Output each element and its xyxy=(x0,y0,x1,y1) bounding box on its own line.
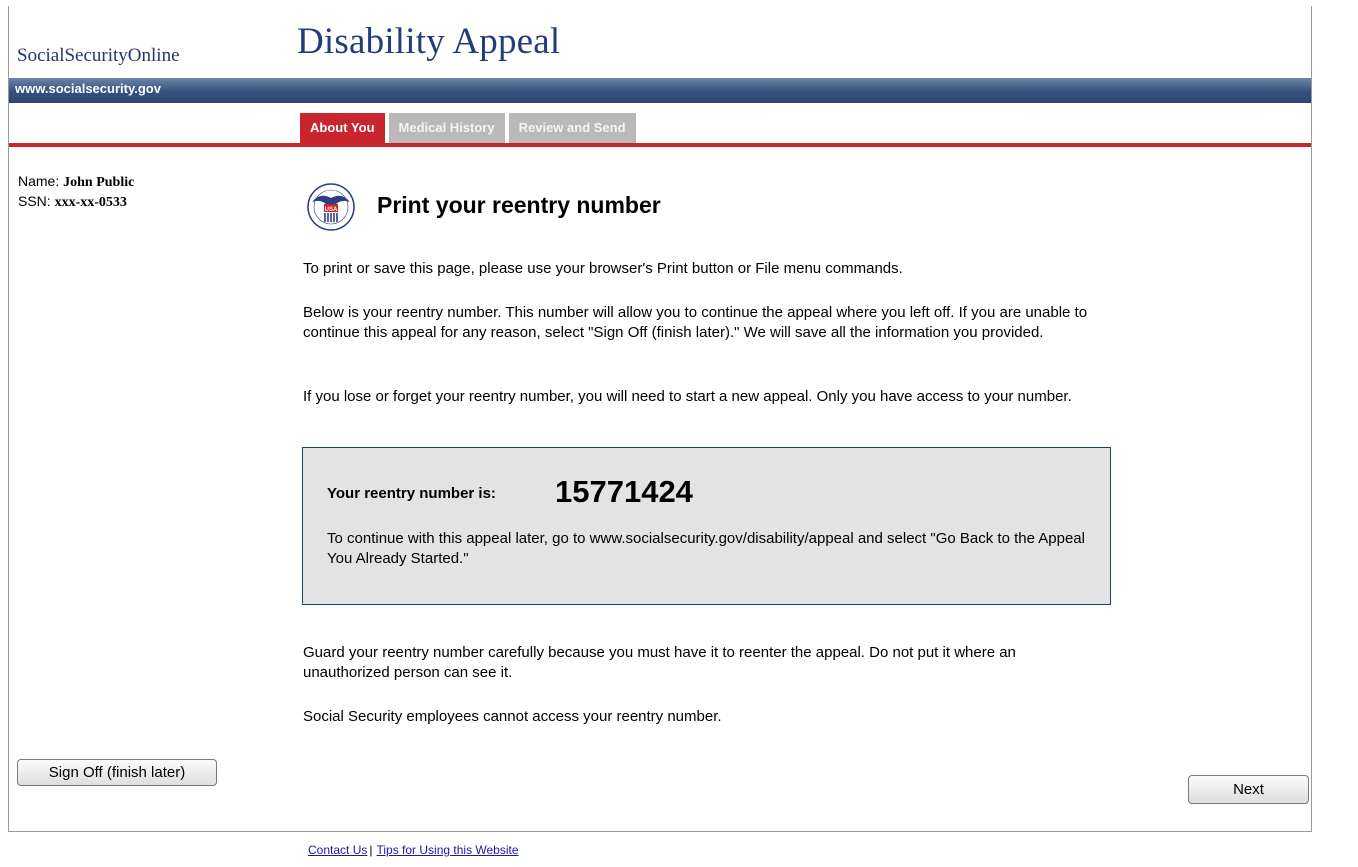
ssn-value: xxx-xx-0533 xyxy=(54,195,127,210)
reentry-number-label: Your reentry number is: xyxy=(327,485,496,502)
tab-about-you[interactable]: About You xyxy=(300,113,385,143)
name-value: John Public xyxy=(63,175,135,190)
site-url-text: www.socialsecurity.gov xyxy=(15,81,161,96)
next-button[interactable]: Next xyxy=(1188,775,1309,804)
contact-us-link[interactable]: Contact Us xyxy=(308,843,367,857)
name-label: Name: xyxy=(18,173,60,189)
sign-off-button[interactable]: Sign Off (finish later) xyxy=(17,759,217,786)
reentry-number-value: 15771424 xyxy=(555,474,693,509)
reentry-continue-note: To continue with this appeal later, go t… xyxy=(327,530,1085,567)
reentry-number-box: Your reentry number is: 15771424 To cont… xyxy=(302,447,1111,605)
footer-separator: | xyxy=(369,843,373,857)
user-info: Name: John Public SSN: xxx-xx-0533 xyxy=(18,172,134,212)
guard-number-note: Guard your reentry number carefully beca… xyxy=(303,644,1016,681)
tab-underline-rule xyxy=(9,143,1311,147)
employees-note: Social Security employees cannot access … xyxy=(303,708,722,725)
print-instructions: To print or save this page, please use y… xyxy=(303,260,903,277)
site-brand: SocialSecurityOnline xyxy=(17,45,180,66)
user-name-row: Name: John Public xyxy=(18,172,134,192)
lose-number-warning: If you lose or forget your reentry numbe… xyxy=(303,388,1072,405)
url-banner: www.socialsecurity.gov xyxy=(9,78,1311,103)
footer-links: Contact Us | Tips for Using this Website xyxy=(308,843,519,857)
user-ssn-row: SSN: xxx-xx-0533 xyxy=(18,192,134,212)
page-heading: Print your reentry number xyxy=(377,192,661,218)
section-tabs: About You Medical History Review and Sen… xyxy=(300,113,636,143)
reentry-explanation: Below is your reentry number. This numbe… xyxy=(303,304,1088,341)
tips-link[interactable]: Tips for Using this Website xyxy=(376,843,518,857)
seal-usa-text: USA xyxy=(325,207,338,213)
ssa-seal-icon: USA xyxy=(307,183,355,231)
page-app-title: Disability Appeal xyxy=(297,21,561,62)
ssn-label: SSN: xyxy=(18,193,51,209)
tab-medical-history[interactable]: Medical History xyxy=(388,113,505,143)
tab-review-and-send[interactable]: Review and Send xyxy=(508,113,636,143)
